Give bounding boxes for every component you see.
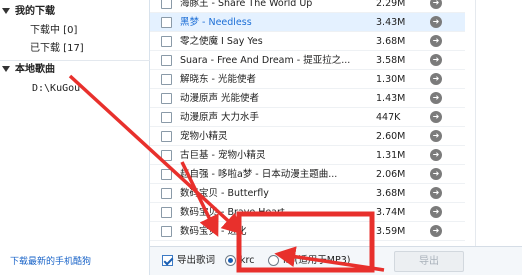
song-size: 3.43M xyxy=(376,17,406,28)
song-title: 数码宝贝 - Brave Heart xyxy=(180,207,285,218)
tree-local-path[interactable]: D:\KuGou xyxy=(0,80,80,98)
song-title: 宠物小精灵 xyxy=(180,131,228,142)
scroll-track[interactable] xyxy=(475,0,476,246)
song-row[interactable]: 数码宝贝 - Brave Heart 3.74M ➜ xyxy=(150,203,465,222)
song-checkbox[interactable] xyxy=(161,17,172,28)
song-checkbox[interactable] xyxy=(161,207,172,218)
lrc-label: lrc(适用于MP3) xyxy=(283,255,351,266)
song-title: 古巨基 - 宠物小精灵 xyxy=(180,150,266,161)
song-row[interactable]: 解晓东 - 光能使者 1.30M ➜ xyxy=(150,70,465,89)
list-scrollbar[interactable] xyxy=(465,0,522,246)
play-arrow-icon[interactable]: ➜ xyxy=(430,130,442,142)
song-size: 1.31M xyxy=(376,150,406,161)
song-row[interactable]: Suara - Free And Dream - 提亚拉之... 3.58M ➜ xyxy=(150,51,465,70)
export-lyrics-checkbox[interactable] xyxy=(162,255,173,266)
song-title: 海豚王 - Share The World Up xyxy=(180,0,313,9)
song-title: 黑梦 - Needless xyxy=(180,17,252,28)
song-checkbox[interactable] xyxy=(161,169,172,180)
tree-my-downloads[interactable]: 我的下载 xyxy=(0,3,55,21)
play-arrow-icon[interactable]: ➜ xyxy=(430,111,442,123)
song-size: 2.29M xyxy=(376,0,406,9)
song-row[interactable]: 海豚王 - Share The World Up 2.29M ➜ xyxy=(150,0,465,13)
song-size: 1.30M xyxy=(376,74,406,85)
song-title: 数码宝贝 - 进化 xyxy=(180,226,247,237)
song-checkbox[interactable] xyxy=(161,131,172,142)
song-checkbox[interactable] xyxy=(161,226,172,237)
song-checkbox[interactable] xyxy=(161,188,172,199)
export-lyrics-label: 导出歌词 xyxy=(177,255,216,266)
song-size: 3.59M xyxy=(376,226,406,237)
play-arrow-icon[interactable]: ➜ xyxy=(430,16,442,28)
song-title: 动漫原声 光能使者 xyxy=(180,93,260,104)
play-arrow-icon[interactable]: ➜ xyxy=(430,0,442,9)
play-arrow-icon[interactable]: ➜ xyxy=(430,225,442,237)
export-bar: 导出歌词 krc lrc(适用于MP3) 导出 xyxy=(150,246,522,275)
play-arrow-icon[interactable]: ➜ xyxy=(430,92,442,104)
song-size: 3.68M xyxy=(376,188,406,199)
song-size: 3.68M xyxy=(376,36,406,47)
song-checkbox[interactable] xyxy=(161,74,172,85)
song-checkbox[interactable] xyxy=(161,112,172,123)
song-row[interactable]: 动漫原声 光能使者 1.43M ➜ xyxy=(150,89,465,108)
song-row[interactable]: 宠物小精灵 2.60M ➜ xyxy=(150,127,465,146)
song-list: 海豚王 - Share The World Up 2.29M ➜ 黑梦 - Needl… xyxy=(150,0,465,246)
song-title: 动漫原声 大力水手 xyxy=(180,112,260,123)
song-title: 数码宝贝 - Butterfly xyxy=(180,188,269,199)
krc-label: krc xyxy=(240,255,255,266)
song-row[interactable]: 古巨基 - 宠物小精灵 1.31M ➜ xyxy=(150,146,465,165)
song-size: 3.58M xyxy=(376,55,406,66)
song-size: 2.06M xyxy=(376,169,406,180)
song-row[interactable]: 数码宝贝 - Butterfly 3.68M ➜ xyxy=(150,184,465,203)
song-title: 零之使魔 I Say Yes xyxy=(180,36,263,47)
song-checkbox[interactable] xyxy=(161,150,172,161)
song-size: 447K xyxy=(376,112,401,123)
expand-triangle-icon[interactable] xyxy=(2,66,10,72)
play-arrow-icon[interactable]: ➜ xyxy=(430,73,442,85)
song-row[interactable]: 数码宝贝 - 进化 3.59M ➜ xyxy=(150,222,465,241)
play-arrow-icon[interactable]: ➜ xyxy=(430,206,442,218)
expand-triangle-icon[interactable] xyxy=(2,8,10,14)
song-title: Suara - Free And Dream - 提亚拉之... xyxy=(180,55,351,66)
song-row[interactable]: 动漫原声 大力水手 447K ➜ xyxy=(150,108,465,127)
left-panel: 我的下载 下载中 [0] 已下载 [17] 本地歌曲 D:\KuGou 下载最新… xyxy=(0,0,150,275)
download-mobile-kugou-link[interactable]: 下载最新的手机酷狗 xyxy=(10,254,91,267)
song-row[interactable]: 赵自强 - 哆啦a梦 - 日本动漫主题曲... 2.06M ➜ xyxy=(150,165,465,184)
song-row[interactable]: 零之使魔 I Say Yes 3.68M ➜ xyxy=(150,32,465,51)
song-checkbox[interactable] xyxy=(161,55,172,66)
song-size: 2.60M xyxy=(376,131,406,142)
export-button[interactable]: 导出 xyxy=(394,251,464,272)
song-row[interactable]: 黑梦 - Needless 3.43M ➜ xyxy=(150,13,465,32)
song-title: 赵自强 - 哆啦a梦 - 日本动漫主题曲... xyxy=(180,169,338,180)
song-title: 解晓东 - 光能使者 xyxy=(180,74,256,85)
song-size: 1.43M xyxy=(376,93,406,104)
tree-downloading[interactable]: 下载中 [0] xyxy=(0,22,77,40)
play-arrow-icon[interactable]: ➜ xyxy=(430,149,442,161)
song-checkbox[interactable] xyxy=(161,93,172,104)
song-checkbox[interactable] xyxy=(161,0,172,9)
lrc-radio[interactable] xyxy=(268,255,279,266)
play-arrow-icon[interactable]: ➜ xyxy=(430,187,442,199)
play-arrow-icon[interactable]: ➜ xyxy=(430,54,442,66)
play-arrow-icon[interactable]: ➜ xyxy=(430,168,442,180)
tree-downloaded[interactable]: 已下载 [17] xyxy=(0,40,84,58)
krc-radio[interactable] xyxy=(225,255,236,266)
song-size: 3.74M xyxy=(376,207,406,218)
play-arrow-icon[interactable]: ➜ xyxy=(430,35,442,47)
song-checkbox[interactable] xyxy=(161,36,172,47)
tree-local-songs[interactable]: 本地歌曲 xyxy=(0,61,55,79)
